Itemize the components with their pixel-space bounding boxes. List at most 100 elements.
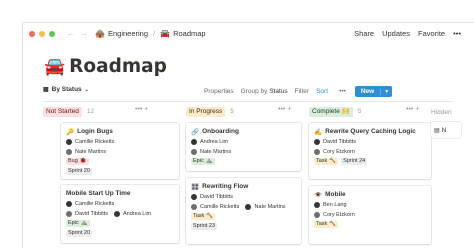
assignee-row: David Tibbitts [314, 137, 426, 146]
tag-row: Task 🔨 [191, 212, 296, 221]
view-selector[interactable]: ▦ By Status ⌄ [43, 86, 89, 93]
bug-icon: 🐞 [79, 158, 87, 164]
mountain-icon: ⛰️ [205, 158, 213, 164]
column-controls-icon[interactable]: ••• + [406, 106, 419, 113]
link-icon: 🔗 [191, 128, 200, 136]
status-badge-in-progress[interactable]: In Progress [186, 106, 226, 117]
tag-label: Task [193, 213, 205, 219]
tag-sprint: Sprint 24 [341, 158, 368, 165]
assignee-name: Camille Ricketts [200, 203, 240, 210]
card-rewriting-flow[interactable]: 🎛️ Rewriting Flow David Tibbitts Camille… [186, 178, 301, 244]
back-arrow-icon[interactable]: ← [67, 29, 75, 38]
card-mobile-start-up-time[interactable]: Mobile Start Up Time Camille Ricketts Da… [61, 185, 179, 243]
title-bar: ← → 🛖 Engineering / 🚘 Roadmap Share Upda… [23, 23, 474, 44]
hidden-columns-header[interactable]: Hidden [431, 109, 452, 116]
engineering-emoji-icon: 🛖 [95, 29, 105, 38]
avatar [314, 211, 320, 218]
updates-button[interactable]: Updates [382, 29, 410, 38]
tag-task: Task 🔨 [314, 158, 339, 165]
avatar [114, 210, 121, 217]
tag-label: Epic [193, 158, 204, 164]
new-button[interactable]: New ▼ [354, 86, 393, 97]
tag-sprint: Sprint 20 [66, 230, 93, 237]
filter-button[interactable]: Filter [295, 88, 309, 95]
toolbar-more-icon[interactable]: ••• [339, 88, 346, 95]
avatar [245, 203, 252, 210]
tag-task: Task 🔨 [314, 221, 339, 228]
top-actions: Share Updates Favorite ••• [354, 23, 461, 44]
view-actions: Properties Group by Status Filter Sort •… [204, 86, 393, 97]
new-dropdown-chevron-icon[interactable]: ▼ [380, 88, 392, 95]
card-title-text: Onboarding [202, 128, 239, 135]
toolbar-divider [43, 101, 453, 102]
assignee-name: Camille Ricketts [75, 200, 115, 207]
properties-button[interactable]: Properties [204, 88, 234, 95]
minimize-window-button[interactable] [39, 30, 45, 37]
assignee-row: Nate Martins [66, 147, 174, 156]
card-title-text: Login Bugs [77, 128, 113, 135]
zoom-window-button[interactable] [49, 30, 55, 37]
card-title: 🔑 Login Bugs [66, 127, 174, 136]
eye-icon: 👁️ [314, 191, 323, 199]
column-controls-icon[interactable]: ••• + [135, 106, 148, 113]
board-view-icon: ▦ [43, 87, 49, 93]
tag-row: Sprint 23 [191, 222, 296, 231]
window-controls [29, 30, 55, 37]
page-icon: ▤ [434, 127, 440, 134]
avatar [66, 210, 72, 217]
share-button[interactable]: Share [354, 29, 374, 38]
card-title: 👁️ Mobile [314, 190, 426, 199]
card-title: 🔗 Onboarding [191, 127, 296, 136]
tag-label: Task [316, 158, 328, 164]
card-title-text: Rewriting Flow [202, 183, 249, 190]
avatar [314, 148, 320, 155]
view-name: By Status [51, 86, 82, 93]
breadcrumb-separator: / [153, 29, 156, 38]
assignee-name: Nate Martins [254, 203, 286, 210]
group-by-value: Status [269, 88, 288, 95]
hidden-item-label: N [441, 126, 447, 134]
hammer-icon: 🔨 [329, 158, 337, 164]
card-title-text: Rewrite Query Caching Logic [325, 128, 416, 135]
assignee-row: Camille Ricketts [66, 199, 174, 208]
assignee-row: Cory Etzkorn [314, 147, 426, 156]
card-title: 🎛️ Rewriting Flow [191, 182, 296, 191]
column-controls-icon[interactable]: ••• + [278, 106, 291, 113]
breadcrumb-page[interactable]: Roadmap [173, 29, 206, 38]
assignee-row: Camille Ricketts Nate Martins [191, 202, 296, 211]
card-login-bugs[interactable]: 🔑 Login Bugs Camille Ricketts Nate Marti… [61, 123, 179, 179]
tag-label: Task [316, 221, 328, 227]
column-complete: Complete 🙌 5 ••• + [309, 106, 432, 117]
breadcrumb-workspace[interactable]: Engineering [108, 29, 148, 38]
status-badge-complete[interactable]: Complete 🙌 [309, 106, 353, 117]
avatar [191, 138, 197, 145]
favorite-button[interactable]: Favorite [418, 29, 445, 38]
sort-button[interactable]: Sort [316, 88, 328, 95]
key-icon: 🔑 [66, 128, 75, 136]
page-title-text[interactable]: Roadmap [69, 56, 167, 77]
group-by-prefix: Group by [240, 88, 268, 95]
avatar [191, 193, 197, 200]
tag-epic: Epic ⛰️ [66, 220, 90, 227]
assignee-name: Ben Lang [323, 201, 347, 208]
avatar [191, 148, 197, 155]
card-rewrite-query-caching-logic[interactable]: ✍️ Rewrite Query Caching Logic David Tib… [309, 123, 431, 179]
assignee-name: Cory Etzkorn [323, 148, 355, 155]
avatar [314, 138, 320, 145]
close-window-button[interactable] [29, 30, 35, 37]
sliders-icon: 🎛️ [191, 183, 200, 191]
assignee-row: Andrea Lim [191, 137, 296, 146]
more-options-icon[interactable]: ••• [453, 29, 461, 38]
card-onboarding[interactable]: 🔗 Onboarding Andrea Lim Nate Martins Epi… [186, 123, 301, 171]
group-by-button[interactable]: Group by Status [241, 88, 288, 95]
tag-row: Bug 🐞 [66, 157, 174, 166]
assignee-name: Camille Ricketts [75, 138, 115, 145]
assignee-name: Andrea Lim [200, 138, 229, 145]
forward-arrow-icon[interactable]: → [80, 29, 88, 38]
status-badge-not-started[interactable]: Not Started [43, 106, 82, 117]
card-mobile[interactable]: 👁️ Mobile Ben Lang Cory Etzkorn Task 🔨 [309, 186, 431, 244]
column-in-progress: In Progress 5 ••• + [186, 106, 309, 117]
assignee-name: David Tibbitts [323, 138, 357, 145]
hidden-column-item[interactable]: ▤ N [431, 122, 461, 138]
app-window: ← → 🛖 Engineering / 🚘 Roadmap Share Upda… [22, 22, 474, 248]
